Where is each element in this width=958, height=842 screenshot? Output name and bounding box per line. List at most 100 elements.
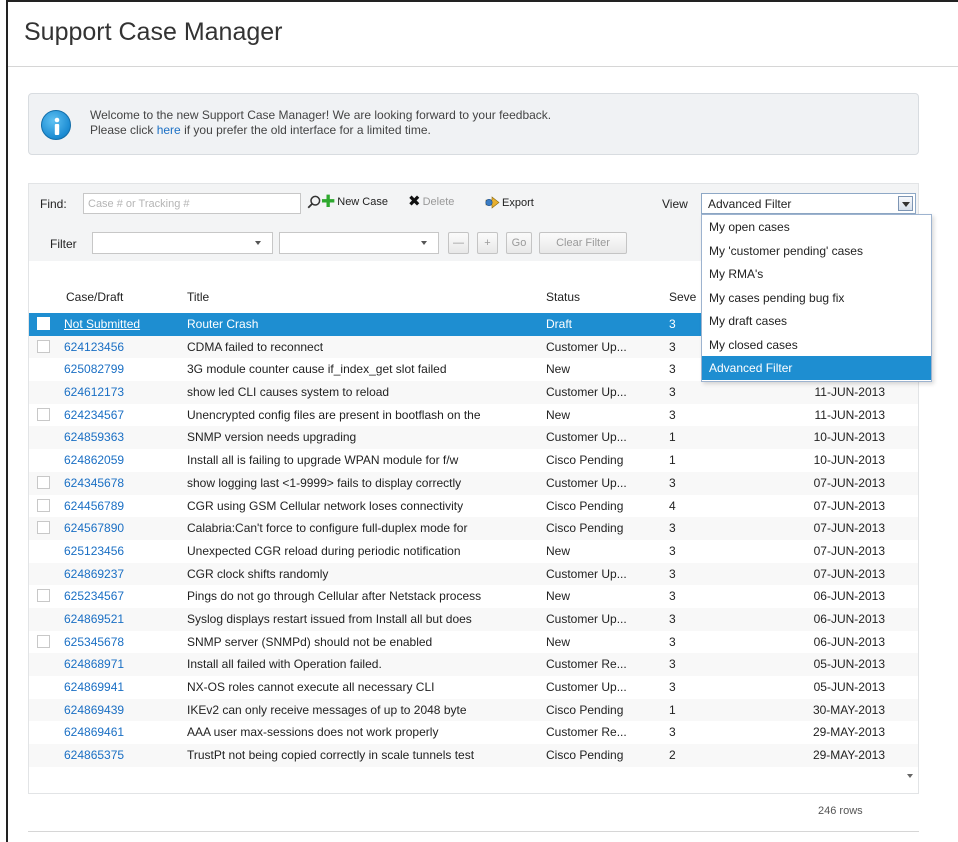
case-date: 07-JUN-2013 xyxy=(813,543,885,558)
case-title: NX-OS roles cannot execute all necessary… xyxy=(187,680,435,694)
view-option[interactable]: My 'customer pending' cases xyxy=(702,239,931,263)
case-number-link[interactable]: 624869439 xyxy=(64,703,124,717)
clear-filter-button[interactable]: Clear Filter xyxy=(539,232,627,254)
table-row[interactable]: 624869461 AAA user max-sessions does not … xyxy=(29,721,918,744)
filter-field-select[interactable] xyxy=(92,232,273,254)
case-number-link[interactable]: 624123456 xyxy=(64,340,124,354)
view-option[interactable]: My draft cases xyxy=(702,309,931,333)
remove-filter-button[interactable]: — xyxy=(448,232,469,254)
filter-operator-select[interactable] xyxy=(279,232,439,254)
view-option[interactable]: Advanced Filter xyxy=(702,356,931,380)
case-number-link[interactable]: 624869941 xyxy=(64,680,124,694)
table-row[interactable]: 624869941 NX-OS roles cannot execute all … xyxy=(29,676,918,699)
table-row[interactable]: 624868971 Install all failed with Operati… xyxy=(29,653,918,676)
row-checkbox[interactable] xyxy=(37,317,50,330)
delete-label: Delete xyxy=(422,196,455,208)
table-row[interactable]: 624234567 Unencrypted config files are pr… xyxy=(29,404,918,427)
table-row[interactable]: 625345678 SNMP server (SNMPd) should not … xyxy=(29,631,918,654)
case-number-link[interactable]: 624859363 xyxy=(64,430,124,444)
table-row[interactable]: 624869237 CGR clock shifts randomly Custom… xyxy=(29,562,918,586)
delete-button[interactable]: ✖ Delete xyxy=(408,194,455,209)
view-option[interactable]: My cases pending bug fix xyxy=(702,286,931,310)
row-checkbox[interactable] xyxy=(37,521,50,535)
case-number-link[interactable]: 624862059 xyxy=(64,453,124,467)
case-date: 07-JUN-2013 xyxy=(813,475,885,490)
case-number-link[interactable]: 625123456 xyxy=(64,544,124,558)
new-case-button[interactable]: ✚ New Case xyxy=(321,192,388,211)
case-number-link[interactable]: Not Submitted xyxy=(64,317,140,331)
case-status: New xyxy=(546,589,571,604)
table-row[interactable]: 625234567 Pings do not go through Cellula… xyxy=(29,585,918,608)
case-title: TrustPt not being copied correctly in sc… xyxy=(187,748,475,763)
row-checkbox[interactable] xyxy=(37,407,50,421)
case-number-link[interactable]: 625234567 xyxy=(64,589,124,603)
table-row[interactable]: 624859363 SNMP version needs upgrading Cus… xyxy=(29,426,918,450)
view-option[interactable]: My closed cases xyxy=(702,333,931,357)
case-title: Install all is failing to upgrade WPAN m… xyxy=(187,453,459,468)
case-number-link[interactable]: 625082799 xyxy=(64,362,124,376)
case-number-link[interactable]: 624869237 xyxy=(64,567,124,581)
row-checkbox[interactable] xyxy=(37,475,50,489)
case-date: 05-JUN-2013 xyxy=(813,657,885,672)
case-status: Customer Up... xyxy=(546,680,627,694)
case-status: Customer Up... xyxy=(546,339,627,354)
table-row[interactable]: 624862059 Install all is failing to upgra… xyxy=(29,449,918,472)
table-row[interactable]: 624567890 Calabria:Can't force to configu… xyxy=(29,517,918,540)
view-option[interactable]: My open cases xyxy=(702,215,931,239)
row-checkbox[interactable] xyxy=(37,589,50,603)
export-icon xyxy=(485,196,500,209)
table-row[interactable]: 625123456 Unexpected CGR reload during pe… xyxy=(29,540,918,563)
case-number-link[interactable]: 624345678 xyxy=(64,476,124,490)
plus-icon: ✚ xyxy=(321,192,336,211)
view-option[interactable]: My RMA's xyxy=(702,262,931,286)
case-status: Cisco Pending xyxy=(546,702,624,717)
scroll-down-arrow-icon[interactable] xyxy=(907,774,913,778)
table-row[interactable]: 624869521 Syslog displays restart issued … xyxy=(29,607,918,631)
case-date: 06-JUN-2013 xyxy=(813,634,885,649)
case-number-link[interactable]: 624869521 xyxy=(64,612,124,626)
find-label: Find: xyxy=(40,197,67,211)
new-case-label: New Case xyxy=(337,196,388,208)
old-interface-link[interactable]: here xyxy=(157,123,181,137)
case-title: AAA user max-sessions does not work prop… xyxy=(187,725,439,740)
column-header-title[interactable]: Title xyxy=(187,290,209,304)
case-severity: 2 xyxy=(669,748,676,763)
case-date: 11-JUN-2013 xyxy=(814,407,885,422)
case-number-link[interactable]: 625345678 xyxy=(64,635,124,649)
view-dropdown-menu: My open cases My 'customer pending' cases… xyxy=(701,214,932,382)
table-row[interactable]: 624456789 CGR using GSM Cellular network … xyxy=(29,495,918,518)
row-checkbox[interactable] xyxy=(37,498,50,512)
case-number-link[interactable]: 624456789 xyxy=(64,499,124,513)
go-button[interactable]: Go xyxy=(506,232,532,254)
column-header-case[interactable]: Case/Draft xyxy=(66,290,123,304)
case-severity: 3 xyxy=(669,589,676,604)
case-date: 30-MAY-2013 xyxy=(812,702,885,717)
case-number-link[interactable]: 624567890 xyxy=(64,521,124,535)
case-severity: 3 xyxy=(669,407,676,422)
chevron-down-icon[interactable] xyxy=(898,196,913,211)
case-number-link[interactable]: 624612173 xyxy=(64,385,124,399)
row-checkbox[interactable] xyxy=(37,634,50,648)
case-number-link[interactable]: 624868971 xyxy=(64,657,124,671)
case-number-link[interactable]: 624869461 xyxy=(64,725,124,739)
case-number-link[interactable]: 624865375 xyxy=(64,748,124,762)
column-header-status[interactable]: Status xyxy=(546,290,580,304)
find-input[interactable] xyxy=(83,193,301,214)
table-row[interactable]: 624345678 show logging last <1-9999> fail… xyxy=(29,471,918,495)
add-filter-button[interactable]: + xyxy=(477,232,498,254)
case-status: Customer Re... xyxy=(546,725,627,740)
case-title: Syslog displays restart issued from Inst… xyxy=(187,611,472,626)
row-checkbox[interactable] xyxy=(37,339,50,353)
table-row[interactable]: 624869439 IKEv2 can only receive messages… xyxy=(29,698,918,722)
case-date: 06-JUN-2013 xyxy=(813,611,885,626)
view-select[interactable]: Advanced Filter xyxy=(701,193,916,214)
case-status: Customer Up... xyxy=(546,385,627,400)
table-row[interactable]: 624865375 TrustPt not being copied correc… xyxy=(29,744,918,767)
case-severity: 3 xyxy=(669,521,676,536)
table-row[interactable]: 624612173 show led CLI causes system to r… xyxy=(29,381,918,404)
banner-line-2-pre: Please click xyxy=(90,123,157,137)
case-number-link[interactable]: 624234567 xyxy=(64,408,124,422)
export-button[interactable]: Export xyxy=(485,196,534,209)
search-icon[interactable] xyxy=(307,195,321,209)
column-header-severity[interactable]: Seve xyxy=(669,290,696,304)
